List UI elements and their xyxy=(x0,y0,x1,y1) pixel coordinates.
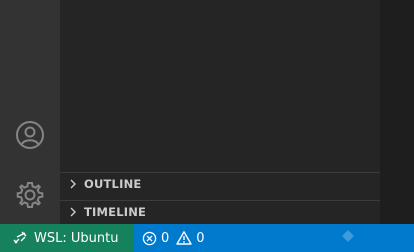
settings-gear-icon[interactable] xyxy=(0,175,60,215)
notifications-icon[interactable] xyxy=(338,228,358,248)
remote-indicator-button[interactable]: WSL: Ubuntu xyxy=(0,224,134,252)
editor-area xyxy=(380,0,414,224)
section-label-outline: OUTLINE xyxy=(84,176,142,191)
warnings-count: 0 xyxy=(196,230,205,246)
section-timeline[interactable]: TIMELINE xyxy=(60,200,380,222)
warning-icon xyxy=(175,229,193,247)
account-icon[interactable] xyxy=(0,115,60,155)
chevron-right-icon xyxy=(62,173,84,195)
errors-count: 0 xyxy=(161,230,170,246)
activity-bar xyxy=(0,0,60,224)
vscode-window: OUTLINE TIMELINE WSL: Ubuntu 0 0 xyxy=(0,0,414,252)
sidebar: OUTLINE TIMELINE xyxy=(60,0,380,224)
error-icon xyxy=(140,229,158,247)
status-bar: WSL: Ubuntu 0 0 xyxy=(0,224,414,252)
problems-button[interactable]: 0 0 xyxy=(140,224,211,252)
remote-icon xyxy=(12,230,28,246)
chevron-right-icon xyxy=(62,201,84,223)
remote-label: WSL: Ubuntu xyxy=(34,230,119,246)
section-outline[interactable]: OUTLINE xyxy=(60,172,380,194)
section-label-timeline: TIMELINE xyxy=(84,204,147,219)
